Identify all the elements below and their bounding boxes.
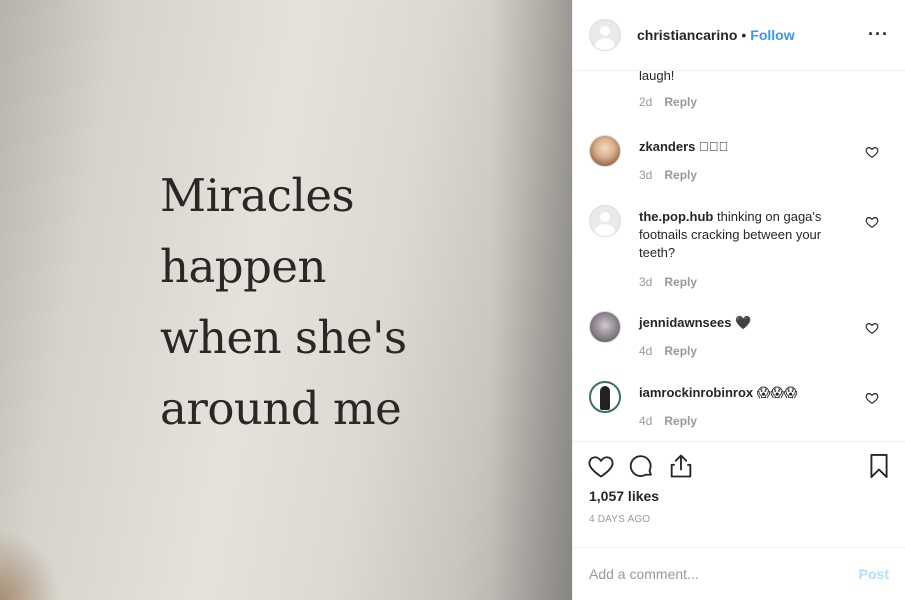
comment-age: 4d — [639, 413, 653, 428]
comment-age: 3d — [639, 167, 653, 182]
comment-text: 󾌵󾌵󾌵 — [699, 138, 729, 154]
comment-text: 🖤 — [735, 314, 752, 330]
add-comment-bar: Add a comment... Post — [573, 547, 905, 600]
like-count[interactable]: 1,057 likes — [589, 488, 659, 504]
reply-button[interactable]: Reply — [664, 275, 697, 289]
post-timestamp: 4 DAYS AGO — [589, 514, 651, 526]
like-comment-heart-icon[interactable] — [865, 391, 879, 405]
comment-age: 2d — [639, 94, 653, 109]
like-heart-icon[interactable] — [587, 452, 615, 480]
comment-meta: 3d Reply — [639, 275, 697, 289]
comment-text: laugh! — [639, 70, 675, 83]
reply-button[interactable]: Reply — [664, 414, 697, 428]
post-actions: 1,057 likes 4 DAYS AGO — [573, 441, 905, 547]
post-header: christiancarino • Follow ··· — [573, 0, 905, 71]
like-comment-heart-icon[interactable] — [865, 321, 879, 335]
quote-line: happen — [160, 240, 327, 293]
save-bookmark-icon[interactable] — [865, 452, 893, 480]
like-comment-heart-icon[interactable] — [865, 145, 879, 159]
comment-body: iamrockinrobinrox 😱😱😱 — [639, 384, 855, 402]
like-comment-heart-icon[interactable] — [865, 215, 879, 229]
comment-meta: 4d Reply — [639, 414, 697, 428]
commenter-username[interactable]: iamrockinrobinrox — [639, 385, 753, 400]
comments-list[interactable]: laugh! 2d Reply zkanders 󾌵󾌵󾌵 3d Reply — [573, 71, 905, 442]
comment-item: zkanders 󾌵󾌵󾌵 3d Reply — [589, 134, 889, 197]
comment-body: zkanders 󾌵󾌵󾌵 — [639, 138, 855, 156]
comment-item: iamrockinrobinrox 😱😱😱 4d Reply — [589, 380, 889, 442]
photo-quote: Miracles happen when she's around me — [160, 160, 407, 444]
comment-meta: 3d Reply — [639, 168, 697, 182]
reply-button[interactable]: Reply — [664, 344, 697, 358]
commenter-avatar[interactable] — [589, 380, 621, 413]
post-side-panel: christiancarino • Follow ··· laugh! 2d Re… — [572, 0, 905, 600]
comment-input[interactable]: Add a comment... — [589, 566, 859, 582]
comment-text: 😱😱😱 — [756, 384, 798, 400]
comment-body: the.pop.hub thinking on gaga's footnails… — [639, 208, 855, 262]
follow-button[interactable]: Follow — [750, 27, 794, 43]
commenter-username[interactable]: the.pop.hub — [639, 209, 713, 224]
commenter-username[interactable]: jennidawnsees — [639, 315, 731, 330]
comment-meta: 2d Reply — [639, 95, 697, 109]
commenter-avatar[interactable] — [589, 134, 621, 167]
quote-line: around me — [160, 382, 402, 435]
header-separator: • — [741, 26, 747, 43]
commenter-avatar[interactable] — [589, 310, 621, 343]
commenter-avatar[interactable] — [589, 204, 621, 237]
more-options-icon[interactable]: ··· — [868, 25, 889, 43]
comment-meta: 4d Reply — [639, 344, 697, 358]
comment-bubble-icon[interactable] — [627, 452, 655, 480]
post-viewer: Miracles happen when she's around me chr… — [0, 0, 905, 600]
reply-button[interactable]: Reply — [664, 168, 697, 182]
quote-line: when she's — [160, 311, 407, 364]
author-avatar[interactable] — [589, 18, 621, 51]
comment-age: 3d — [639, 274, 653, 289]
comment-item: jennidawnsees 🖤 4d Reply — [589, 310, 889, 373]
reply-button[interactable]: Reply — [664, 95, 697, 109]
author-username[interactable]: christiancarino — [637, 27, 737, 43]
comment-item: laugh! 2d Reply — [589, 71, 889, 127]
comment-item: the.pop.hub thinking on gaga's footnails… — [589, 204, 889, 293]
comment-body: jennidawnsees 🖤 — [639, 314, 855, 332]
commenter-username[interactable]: zkanders — [639, 139, 695, 154]
share-icon[interactable] — [667, 452, 695, 480]
post-photo[interactable]: Miracles happen when she's around me — [0, 0, 572, 600]
comment-age: 4d — [639, 343, 653, 358]
post-comment-button[interactable]: Post — [859, 566, 889, 582]
quote-line: Miracles — [160, 169, 355, 222]
